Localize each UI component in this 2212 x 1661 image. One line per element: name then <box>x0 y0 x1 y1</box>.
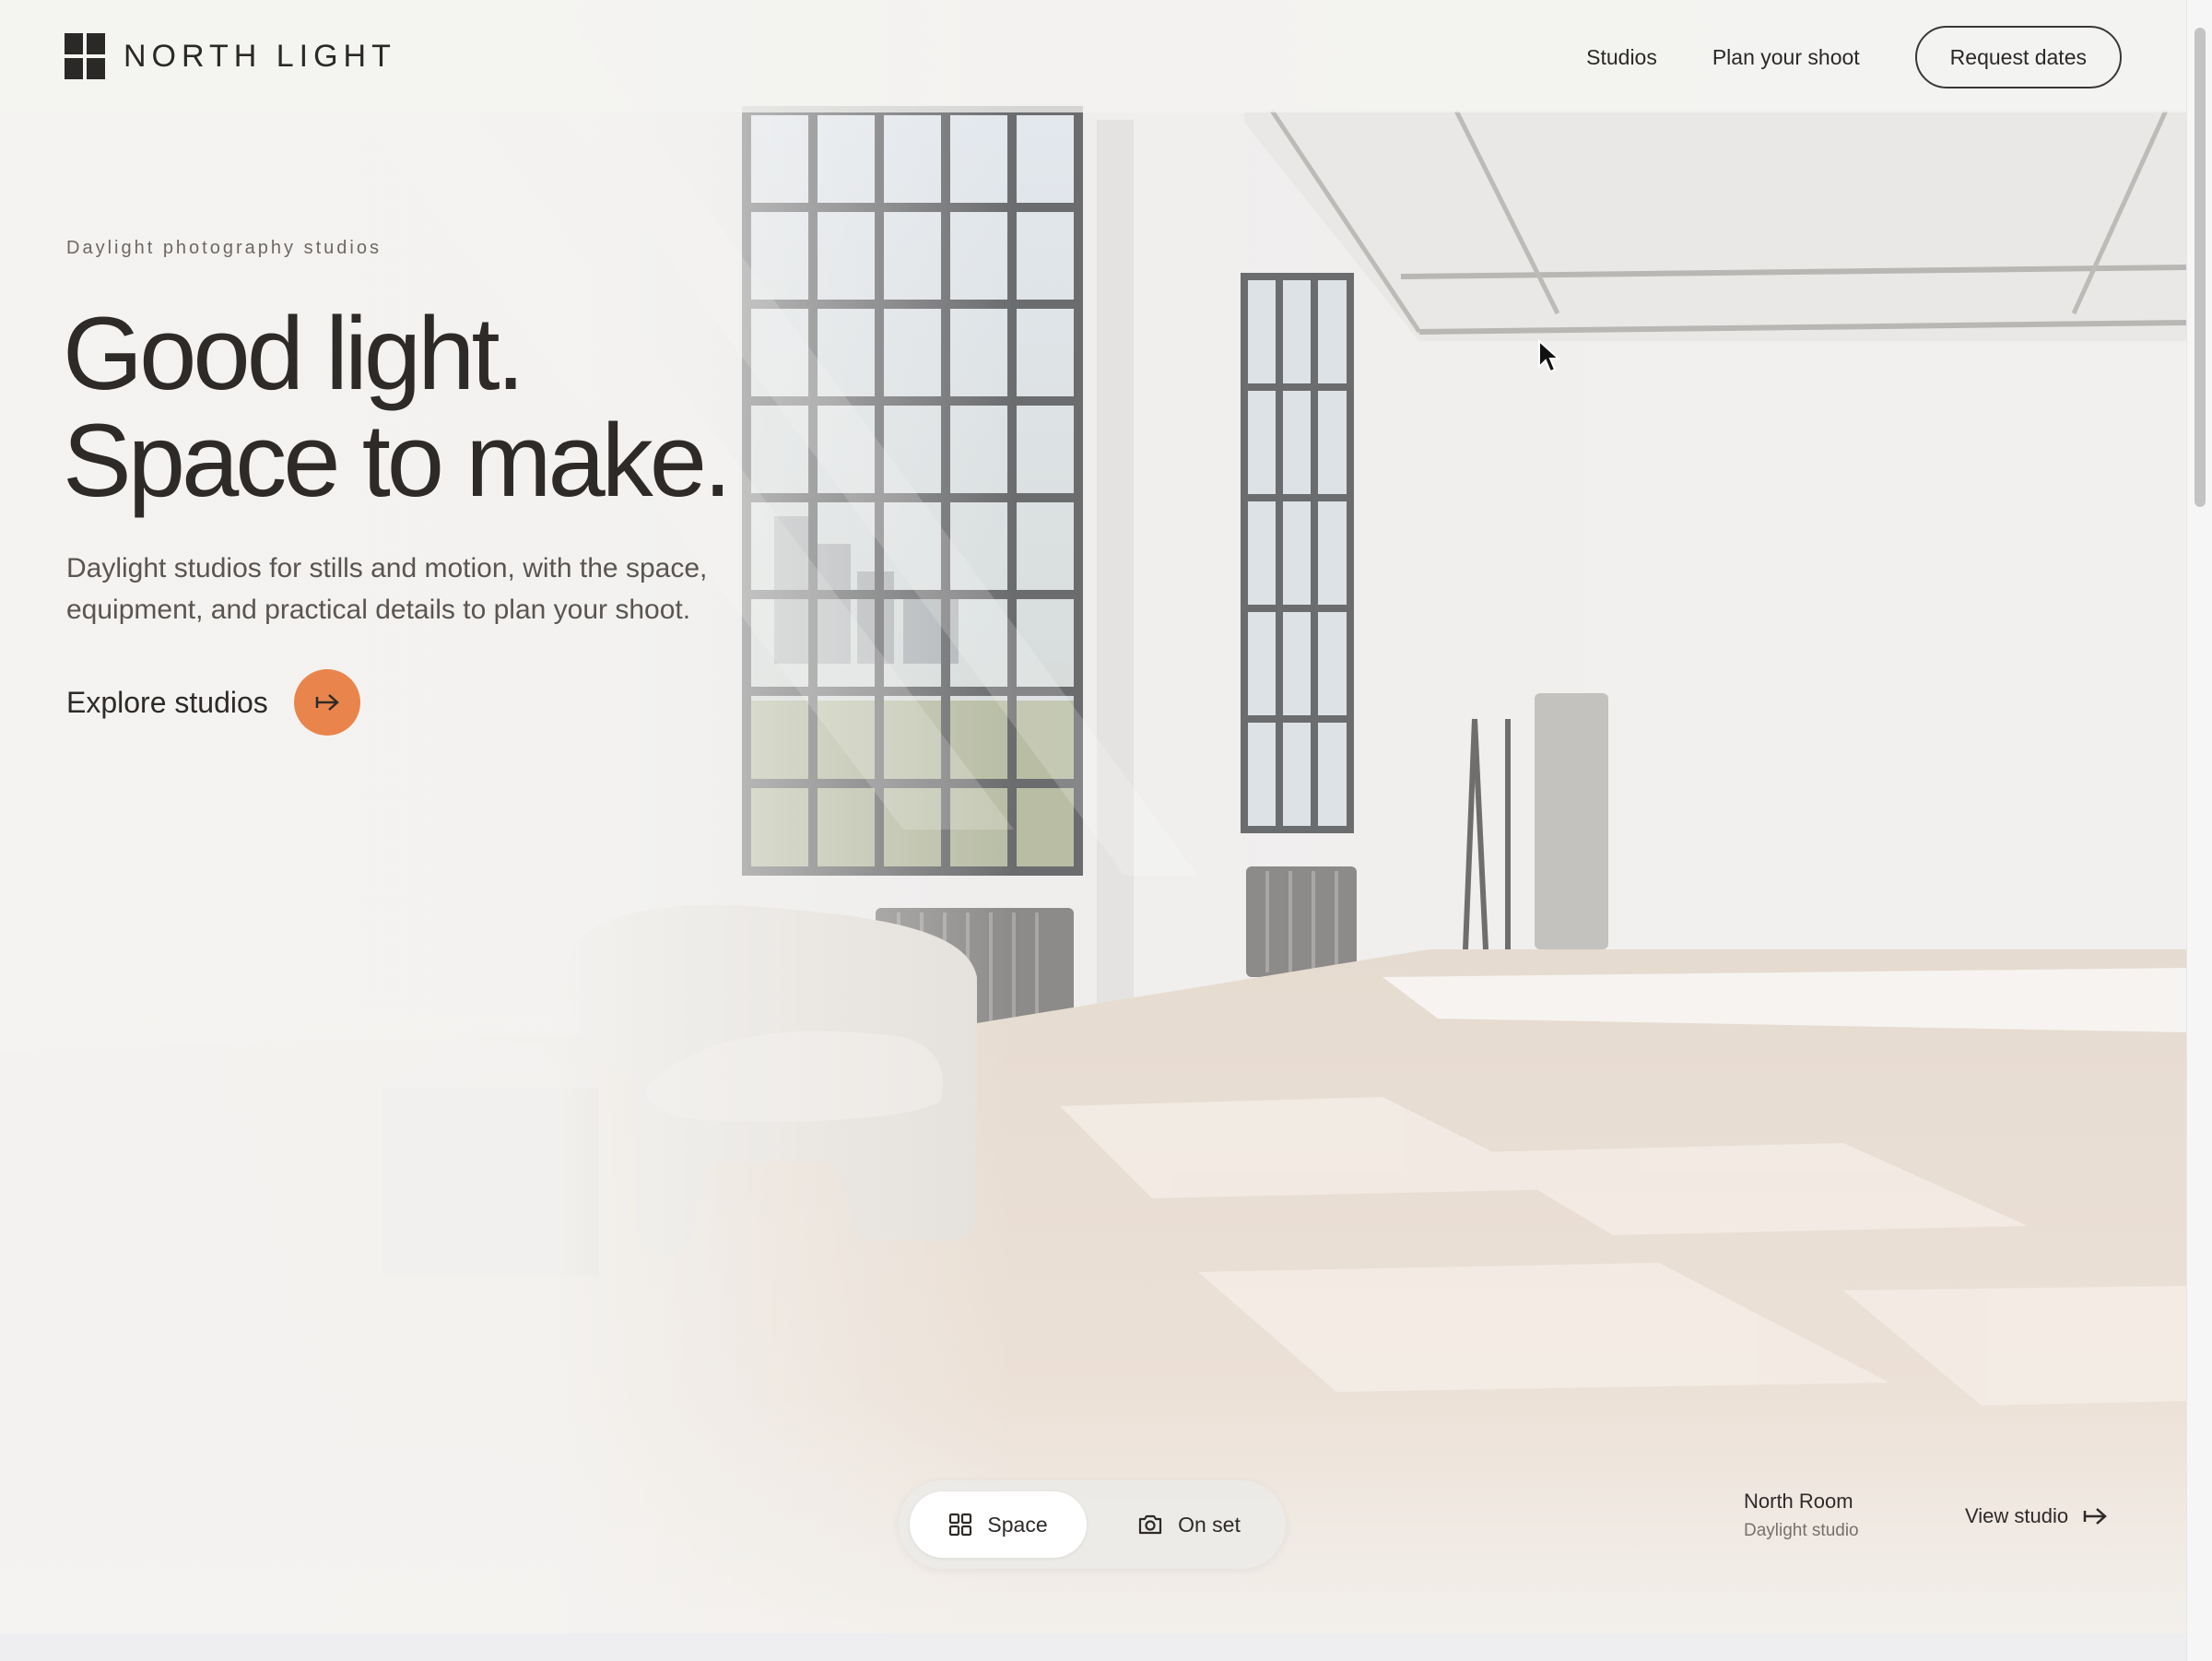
studio-caption: North Room Daylight studio <box>1744 1490 1859 1541</box>
site-header: NORTH LIGHT Studios Plan your shoot Requ… <box>0 0 2186 112</box>
toggle-on-set-label: On set <box>1178 1512 1241 1537</box>
studio-subtitle: Daylight studio <box>1744 1521 1859 1540</box>
explore-studios-link[interactable]: Explore studios <box>66 669 360 736</box>
next-section-edge <box>0 1633 2186 1661</box>
explore-studios-label: Explore studios <box>66 685 268 719</box>
nav-link-studios[interactable]: Studios <box>1586 45 1657 70</box>
main-nav: Studios Plan your shoot Request dates <box>1586 26 2122 88</box>
studio-name: North Room <box>1744 1490 1853 1513</box>
hero-headline: Good light. Space to make. <box>63 296 732 518</box>
headline-line-1: Good light. <box>63 296 525 411</box>
page-scrollbar[interactable] <box>2186 0 2212 1661</box>
brand-name: NORTH LIGHT <box>124 38 396 74</box>
nav-link-plan-your-shoot[interactable]: Plan your shoot <box>1712 45 1860 70</box>
mouse-pointer-icon <box>1538 339 1561 373</box>
four-square-grid-icon <box>65 33 105 79</box>
grid-icon <box>949 1513 972 1537</box>
explore-studios-button[interactable] <box>293 669 360 736</box>
hero-eyebrow: Daylight photography studios <box>66 238 382 258</box>
view-studio-link[interactable]: View studio <box>1965 1504 2109 1528</box>
toggle-on-set[interactable]: On set <box>1111 1491 1267 1558</box>
arrow-right-icon <box>315 694 339 711</box>
request-dates-button[interactable]: Request dates <box>1914 26 2122 88</box>
camera-icon <box>1139 1514 1162 1535</box>
arrow-right-icon <box>2083 1508 2107 1525</box>
headline-line-2: Space to make. <box>63 403 732 518</box>
hero-description: Daylight studios for stills and motion, … <box>66 553 708 625</box>
toggle-space[interactable]: Space <box>910 1491 1087 1558</box>
brand-logo[interactable]: NORTH LIGHT <box>65 33 396 79</box>
view-studio-label: View studio <box>1965 1504 2069 1527</box>
view-toggle: Space On set <box>899 1480 1286 1569</box>
toggle-space-label: Space <box>987 1512 1048 1537</box>
scrollbar-thumb[interactable] <box>2194 28 2206 507</box>
